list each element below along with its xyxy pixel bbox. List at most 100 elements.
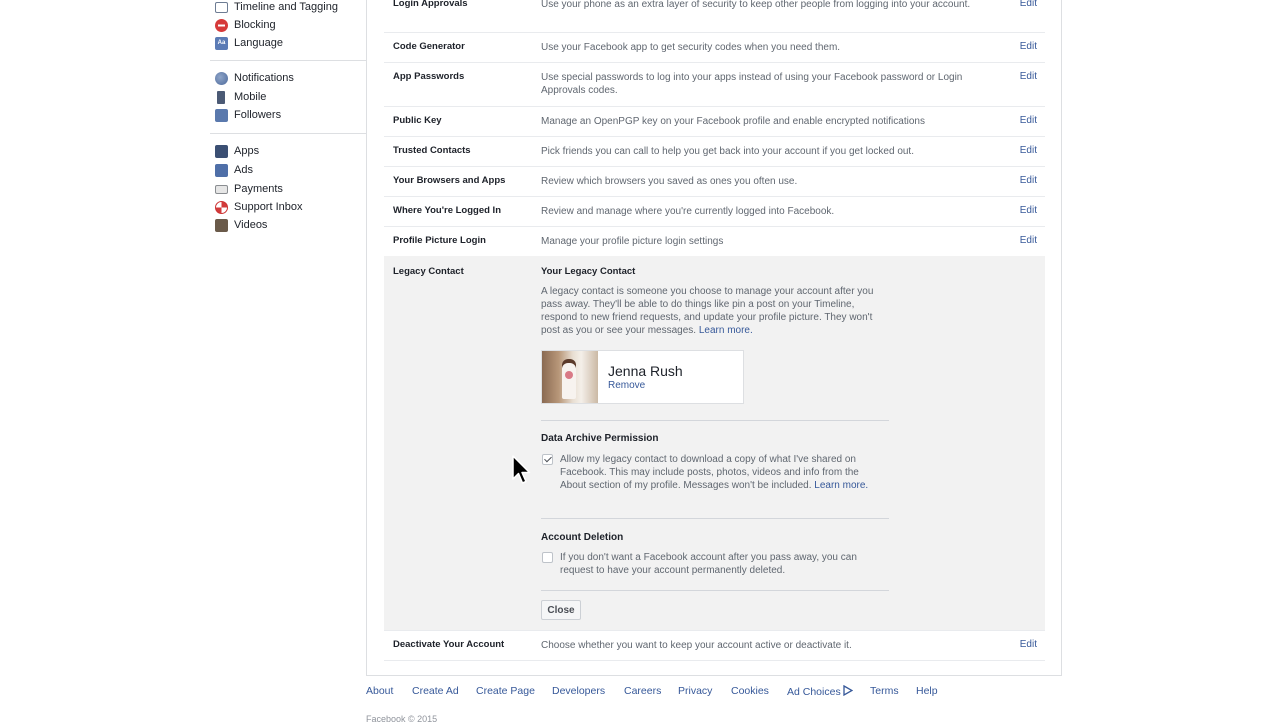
settings-row-app-passwords[interactable]: App Passwords Use special passwords to l… [384, 62, 1045, 107]
legacy-contact-title: Your Legacy Contact [541, 266, 636, 277]
ads-icon [215, 163, 228, 177]
legacy-contact-label: Legacy Contact [393, 266, 464, 277]
learn-more-link[interactable]: Learn more. [699, 325, 753, 336]
row-label: Where You're Logged In [393, 205, 501, 216]
row-label: Code Generator [393, 41, 465, 52]
sidebar-item-mobile[interactable]: Mobile [210, 88, 266, 106]
edit-link[interactable]: Edit [1020, 235, 1037, 246]
archive-learn-word: Learn [814, 480, 840, 491]
edit-link[interactable]: Edit [1020, 71, 1037, 82]
footer-link-cookies[interactable]: Cookies [731, 685, 769, 697]
sidebar-item-label: Ads [234, 164, 253, 176]
edit-link[interactable]: Edit [1020, 205, 1037, 216]
row-description: Manage your profile picture login settin… [541, 236, 724, 247]
sidebar-item-ads[interactable]: Ads [210, 161, 253, 179]
archive-more-word: more. [842, 480, 869, 491]
language-icon: Aa [215, 36, 228, 50]
row-description: Use your phone as an extra layer of secu… [541, 0, 971, 10]
row-description: Review which browsers you saved as ones … [541, 176, 798, 187]
row-description: Pick friends you can call to help you ge… [541, 146, 914, 157]
footer-link-careers[interactable]: Careers [624, 685, 661, 697]
account-deletion-checkbox[interactable] [542, 552, 553, 563]
footer-link-create-ad[interactable]: Create Ad [412, 685, 459, 697]
support-icon [215, 200, 228, 214]
row-label: Login Approvals [393, 0, 468, 9]
settings-row-profile-picture-login[interactable]: Profile Picture Login Manage your profil… [384, 226, 1045, 256]
archive-learn-more-link[interactable]: Learn more. [814, 480, 868, 491]
data-archive-checkbox[interactable] [542, 454, 553, 465]
row-description: Use your Facebook app to get security co… [541, 42, 841, 53]
row-label: Public Key [393, 115, 442, 126]
sidebar-item-label: Followers [234, 109, 282, 121]
edit-link[interactable]: Edit [1020, 639, 1037, 650]
sidebar-item-blocking[interactable]: Blocking [210, 16, 276, 34]
footer-link-developers[interactable]: Developers [552, 685, 605, 697]
payments-icon [215, 184, 228, 194]
edit-link[interactable]: Edit [1020, 41, 1037, 52]
mobile-icon [217, 90, 225, 104]
sidebar-item-label: Timeline and Tagging [234, 1, 338, 13]
edit-link[interactable]: Edit [1020, 145, 1037, 156]
settings-row-code-generator[interactable]: Code Generator Use your Facebook app to … [384, 32, 1045, 63]
settings-row-browsers-apps[interactable]: Your Browsers and Apps Review which brow… [384, 166, 1045, 197]
row-description: Choose whether you want to keep your acc… [541, 640, 852, 651]
section-divider [541, 518, 889, 519]
timeline-icon [215, 1, 228, 13]
videos-icon [215, 218, 228, 232]
sidebar-item-notifications[interactable]: Notifications [210, 69, 294, 87]
sidebar-item-label: Support Inbox [234, 201, 303, 213]
ad-choices-icon [843, 684, 854, 699]
globe-icon [215, 71, 228, 85]
ad-choices-label: Ad Choices [787, 686, 841, 698]
sidebar-item-label: Blocking [234, 19, 276, 31]
settings-row-where-logged-in[interactable]: Where You're Logged In Review and manage… [384, 196, 1045, 227]
section-divider [541, 590, 889, 591]
sidebar-item-apps[interactable]: Apps [210, 142, 259, 160]
footer-link-ad-choices[interactable]: Ad Choices [787, 684, 854, 699]
row-label: Your Browsers and Apps [393, 175, 506, 186]
sidebar-item-label: Payments [234, 183, 283, 195]
sidebar-item-videos[interactable]: Videos [210, 216, 267, 234]
sidebar-divider [210, 133, 366, 134]
footer-link-create-page[interactable]: Create Page [476, 685, 535, 697]
row-description: Manage an OpenPGP key on your Facebook p… [541, 116, 925, 127]
sidebar-item-payments[interactable]: Payments [210, 180, 283, 198]
legacy-contact-description: A legacy contact is someone you choose t… [541, 285, 891, 337]
sidebar-item-label: Videos [234, 219, 268, 231]
edit-link[interactable]: Edit [1020, 175, 1037, 186]
edit-link[interactable]: Edit [1020, 0, 1037, 9]
apps-icon [215, 144, 228, 158]
sidebar-item-label: Mobile [234, 91, 267, 103]
sidebar-item-label: Apps [234, 145, 260, 157]
account-deletion-title: Account Deletion [541, 532, 624, 543]
sidebar-item-label: Notifications [234, 72, 294, 84]
row-description: Use special passwords to log into your a… [541, 72, 963, 96]
footer-link-about[interactable]: About [366, 685, 393, 697]
mouse-cursor-icon [512, 455, 531, 484]
sidebar-item-followers[interactable]: Followers [210, 106, 281, 124]
row-description: Review and manage where you're currently… [541, 206, 835, 217]
edit-link[interactable]: Edit [1020, 115, 1037, 126]
settings-row-deactivate[interactable]: Deactivate Your Account Choose whether y… [384, 630, 1045, 661]
remove-contact-link[interactable]: Remove [608, 380, 645, 391]
row-label: Trusted Contacts [393, 145, 471, 156]
copyright: Facebook © 2015 [366, 714, 438, 724]
footer-link-terms[interactable]: Terms [870, 685, 899, 697]
sidebar-item-timeline-tagging[interactable]: Timeline and Tagging [210, 0, 338, 16]
row-label: Deactivate Your Account [393, 639, 505, 650]
legacy-contact-section: Legacy Contact Your Legacy Contact A leg… [384, 256, 1045, 631]
row-label: Profile Picture Login [393, 235, 486, 246]
close-button[interactable]: Close [541, 600, 581, 620]
followers-icon [215, 108, 228, 122]
footer-link-help[interactable]: Help [916, 685, 938, 697]
contact-photo-bouquet [565, 371, 573, 379]
contact-photo-figure [562, 359, 576, 399]
blocking-icon [215, 18, 228, 32]
settings-row-public-key[interactable]: Public Key Manage an OpenPGP key on your… [384, 106, 1045, 137]
sidebar-item-label: Language [234, 37, 283, 49]
settings-row-login-approvals[interactable]: Login Approvals Use your phone as an ext… [384, 0, 1045, 33]
footer-link-privacy[interactable]: Privacy [678, 685, 712, 697]
sidebar-item-support-inbox[interactable]: Support Inbox [210, 198, 303, 216]
sidebar-item-language[interactable]: Aa Language [210, 34, 283, 52]
settings-row-trusted-contacts[interactable]: Trusted Contacts Pick friends you can ca… [384, 136, 1045, 167]
